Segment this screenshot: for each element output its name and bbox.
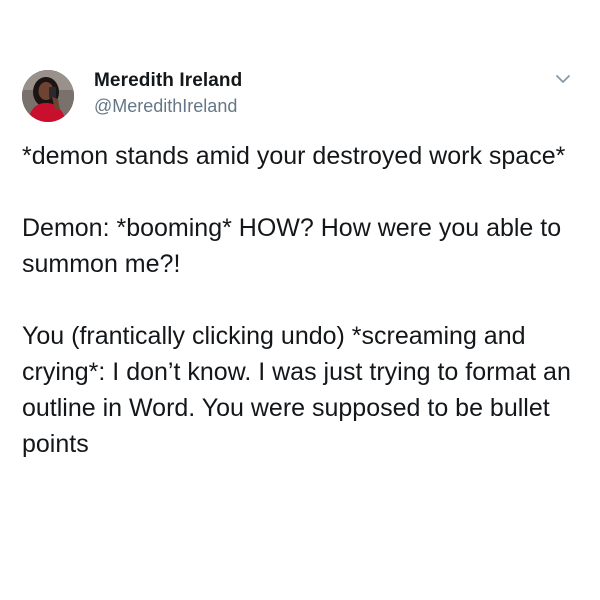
tweet-card: Meredith Ireland @MeredithIreland *demon… <box>0 0 600 600</box>
chevron-down-icon <box>556 75 570 83</box>
tweet-paragraph: *demon stands amid your destroyed work s… <box>22 142 566 170</box>
tweet-paragraph: Demon: *booming* HOW? How were you able … <box>22 214 562 278</box>
tweet-text: *demon stands amid your destroyed work s… <box>22 138 582 462</box>
tweet-paragraph: You (frantically clicking undo) *screami… <box>22 322 571 458</box>
tweet-menu-button[interactable] <box>550 66 576 92</box>
display-name[interactable]: Meredith Ireland <box>94 70 242 92</box>
user-handle[interactable]: @MeredithIreland <box>94 96 237 117</box>
profile-photo-icon <box>22 70 74 122</box>
avatar[interactable] <box>22 70 74 122</box>
